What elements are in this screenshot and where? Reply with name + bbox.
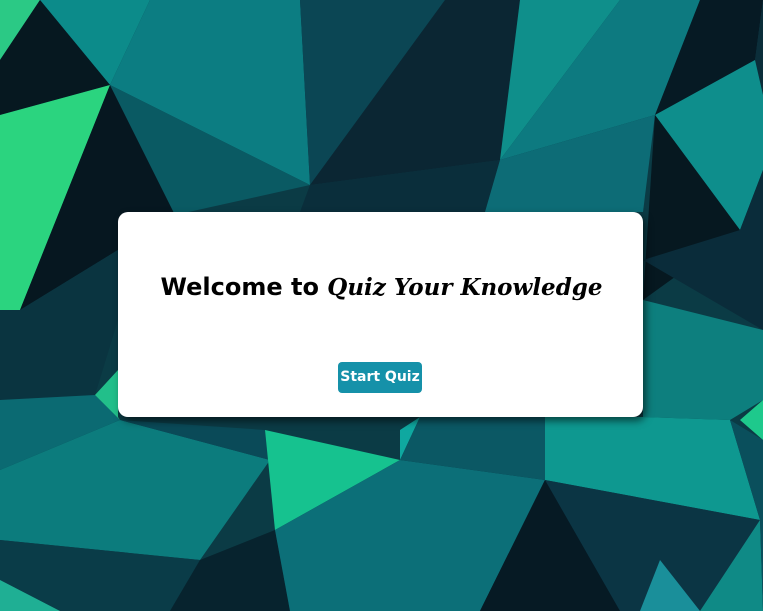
welcome-prefix: Welcome to bbox=[160, 273, 328, 301]
welcome-heading: Welcome to Quiz Your Knowledge bbox=[0, 270, 763, 305]
quiz-brand-name: Quiz Your Knowledge bbox=[327, 274, 603, 301]
start-quiz-button[interactable]: Start Quiz bbox=[338, 362, 422, 393]
